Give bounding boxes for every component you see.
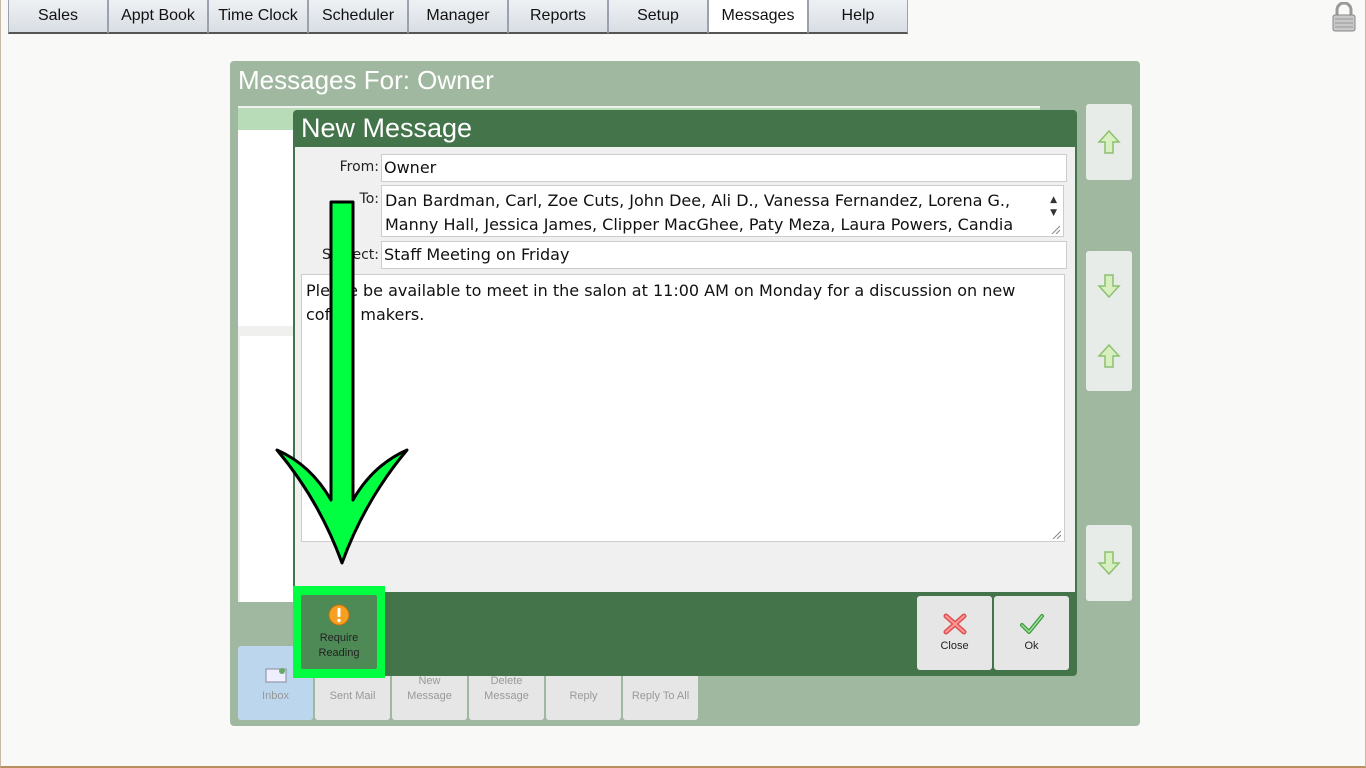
message-body-field[interactable]: Please be available to meet in the salon…	[301, 274, 1065, 542]
new-message-label-1: New	[418, 675, 441, 687]
ok-button[interactable]: Ok	[994, 596, 1069, 670]
page-title: Messages For: Owner	[238, 65, 494, 95]
scroll-down-icon[interactable]: ▼	[1050, 201, 1057, 225]
inbox-icon	[265, 668, 286, 683]
close-button[interactable]: Close	[917, 596, 992, 670]
tab-messages[interactable]: Messages	[708, 0, 808, 34]
from-label: From:	[339, 159, 379, 175]
tab-appt-book[interactable]: Appt Book	[108, 0, 208, 34]
tab-sales[interactable]: Sales	[8, 0, 108, 34]
resize-grip-icon[interactable]	[1050, 224, 1060, 234]
ok-label: Ok	[1024, 640, 1039, 652]
subject-field[interactable]: Staff Meeting on Friday	[381, 241, 1067, 269]
tab-scheduler[interactable]: Scheduler	[308, 0, 408, 34]
require-reading-label-2: Reading	[318, 647, 360, 659]
delete-message-label-2: Message	[484, 690, 529, 702]
close-x-icon	[943, 613, 966, 635]
up-arrow-icon[interactable]	[1097, 343, 1121, 369]
pointer-arrow	[275, 200, 409, 565]
dialog-footer: Close Ok	[293, 592, 1077, 676]
tab-reports[interactable]: Reports	[508, 0, 608, 34]
tab-setup[interactable]: Setup	[608, 0, 708, 34]
tab-time-clock[interactable]: Time Clock	[208, 0, 308, 34]
scroll-down-box	[1086, 525, 1132, 601]
tab-help[interactable]: Help	[808, 0, 908, 34]
ok-check-icon	[1019, 614, 1044, 634]
tab-manager[interactable]: Manager	[408, 0, 508, 34]
reply-label: Reply	[569, 690, 598, 702]
require-reading-inner: Require Reading	[301, 595, 377, 669]
warning-icon	[328, 604, 350, 626]
down-arrow-icon[interactable]	[1097, 550, 1121, 576]
to-field[interactable]: Dan Bardman, Carl, Zoe Cuts, John Dee, A…	[381, 185, 1064, 237]
inbox-label: Inbox	[262, 690, 289, 702]
new-message-label-2: Message	[407, 690, 452, 702]
sent-mail-label: Sent Mail	[329, 690, 376, 702]
down-arrow-icon[interactable]	[1097, 273, 1121, 299]
dialog-title: New Message	[301, 113, 473, 143]
scroll-mid-box	[1086, 251, 1132, 391]
reply-to-all-label: Reply To All	[631, 690, 690, 702]
to-recipients: Dan Bardman, Carl, Zoe Cuts, John Dee, A…	[385, 191, 1014, 234]
lock-icon[interactable]	[1331, 2, 1357, 32]
require-reading-label-1: Require	[319, 632, 359, 644]
require-reading-button[interactable]: Require Reading	[293, 586, 385, 678]
top-nav: Sales Appt Book Time Clock Scheduler Man…	[8, 0, 908, 34]
delete-message-label-1: Delete	[490, 675, 523, 687]
up-arrow-icon[interactable]	[1097, 129, 1121, 155]
resize-grip-icon[interactable]	[1051, 529, 1061, 539]
from-field[interactable]: Owner	[381, 154, 1067, 182]
scroll-up-box	[1086, 104, 1132, 180]
close-label: Close	[940, 640, 969, 652]
